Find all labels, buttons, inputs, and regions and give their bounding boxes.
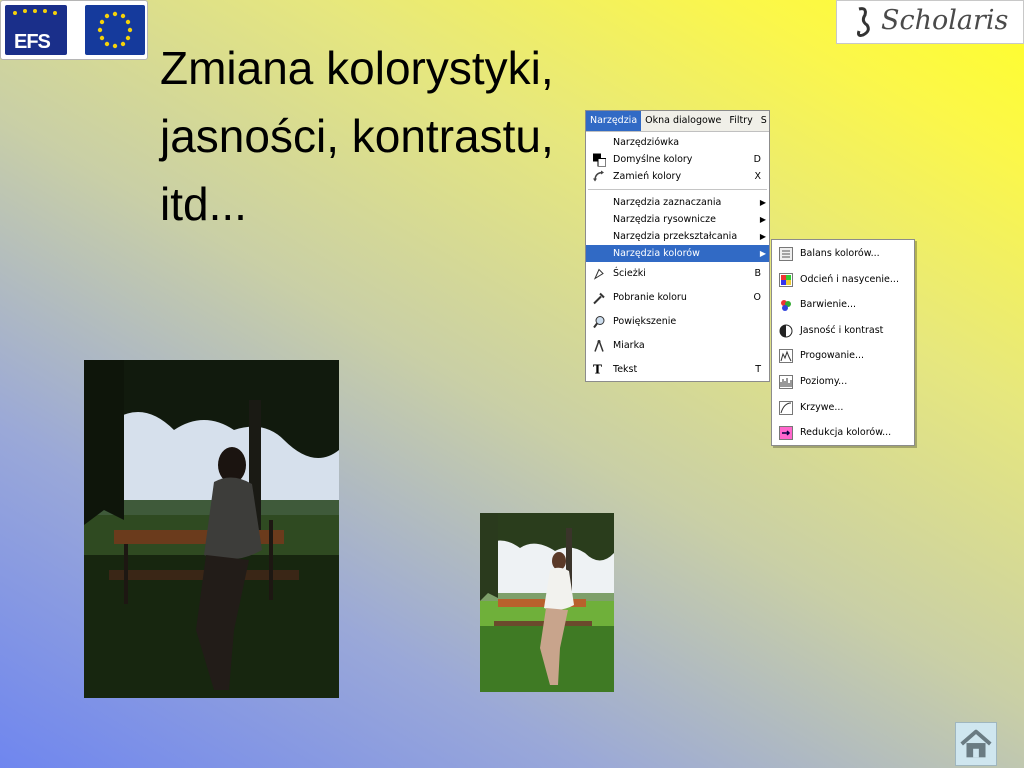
color-balance-icon <box>779 247 793 261</box>
menubar-item-okna-dialogowe[interactable]: Okna dialogowe <box>641 111 725 131</box>
menu-separator <box>588 189 767 190</box>
menu-item-label: Narzędzia kolorów <box>613 248 700 259</box>
menu-item-sciezki[interactable]: Ścieżki B <box>586 262 769 286</box>
menu-item-label: Narzędzia rysownicze <box>613 214 716 225</box>
submenu-item-odcien-nasycenie[interactable]: Odcień i nasycenie... <box>772 267 914 293</box>
submenu-item-label: Progowanie... <box>800 350 865 362</box>
menubar-item-truncated[interactable]: S <box>757 111 769 131</box>
menu-item-pobranie-koloru[interactable]: Pobranie koloru O <box>586 286 769 310</box>
submenu-item-label: Odcień i nasycenie... <box>800 273 899 285</box>
submenu-item-label: Barwienie... <box>800 299 857 311</box>
menu-item-label: Narzędzia przekształcania <box>613 231 738 242</box>
submenu-item-redukcja-kolorow[interactable]: Redukcja kolorów... <box>772 420 914 446</box>
submenu-arrow-icon: ▶ <box>759 232 766 241</box>
colorize-icon <box>781 300 791 312</box>
submenu-item-label: Jasność i kontrast <box>800 324 884 336</box>
menu-item-label: Narzędzia zaznaczania <box>613 197 722 208</box>
eu-flag <box>85 5 145 55</box>
slide-title: Zmiana kolorystyki, jasności, kontrastu,… <box>160 42 554 230</box>
photo-bright-image <box>480 513 614 692</box>
menu-item-shortcut: B <box>754 268 761 279</box>
submenu-item-progowanie[interactable]: Progowanie... <box>772 343 914 369</box>
menu-item-label: Zamień kolory <box>613 171 682 182</box>
menu-item-powiekszenie[interactable]: Powiększenie <box>586 310 769 334</box>
efs-logo-badge: EFS <box>5 5 67 55</box>
scholaris-logo-text: Scholaris <box>881 5 1009 36</box>
submenu-item-label: Redukcja kolorów... <box>800 427 892 439</box>
menu-item-label: Powiększenie <box>613 316 677 327</box>
photo-dark-original <box>84 360 339 698</box>
photo-dark-image <box>84 360 339 698</box>
menu-item-label: Domyślne kolory <box>613 154 693 165</box>
menubar-item-filtry[interactable]: Filtry <box>725 111 756 131</box>
submenu-arrow-icon: ▶ <box>759 198 766 207</box>
efs-logo-text: EFS <box>14 31 51 53</box>
submenu-item-label: Balans kolorów... <box>800 248 880 259</box>
menu-item-narzedzia-przeksztalcania[interactable]: Narzędzia przekształcania ▶ <box>586 228 769 245</box>
photo-brightened-result <box>480 513 614 692</box>
efs-eu-logo: EFS <box>0 0 148 60</box>
menu-item-tekst[interactable]: T Tekst T <box>586 358 769 381</box>
levels-icon <box>779 374 793 389</box>
submenu-item-jasnosc-kontrast[interactable]: Jasność i kontrast <box>772 318 914 344</box>
reduce-colors-icon <box>779 426 793 441</box>
submenu-item-barwienie[interactable]: Barwienie... <box>772 292 914 318</box>
eu-stars-icon <box>97 11 133 49</box>
menu-item-narzedzia-rysownicze[interactable]: Narzędzia rysownicze ▶ <box>586 211 769 228</box>
home-icon <box>960 729 992 758</box>
hue-saturation-icon <box>779 272 793 287</box>
submenu-item-poziomy[interactable]: Poziomy... <box>772 369 914 395</box>
submenu-item-balans-kolorow[interactable]: Balans kolorów... <box>772 241 914 267</box>
text-icon: T <box>593 362 602 377</box>
submenu-item-label: Poziomy... <box>800 375 848 387</box>
menu-item-narzedzia-zaznaczania[interactable]: Narzędzia zaznaczania ▶ <box>586 194 769 211</box>
menu-item-narzedziowka[interactable]: Narzędziówka <box>586 134 769 151</box>
menubar: Narzędzia Okna dialogowe Filtry S <box>586 111 769 132</box>
menu-item-label: Tekst <box>613 364 638 375</box>
color-picker-icon <box>593 292 605 305</box>
scholaris-mark-icon <box>857 7 870 37</box>
default-colors-icon <box>593 153 606 166</box>
gimp-tools-menu-screenshot: Narzędzia Okna dialogowe Filtry S Narzęd… <box>585 110 770 382</box>
menu-item-label: Narzędziówka <box>613 137 680 148</box>
home-button[interactable] <box>955 722 997 766</box>
submenu-item-label: Krzywe... <box>800 401 844 413</box>
submenu-item-krzywe[interactable]: Krzywe... <box>772 395 914 421</box>
measure-icon <box>594 340 604 352</box>
menu-item-shortcut: T <box>755 364 761 375</box>
color-tools-submenu: Balans kolorów... Odcień i nasycenie... … <box>771 239 915 446</box>
menu-item-label: Pobranie koloru <box>613 292 687 303</box>
menubar-item-narzedzia[interactable]: Narzędzia <box>586 111 642 131</box>
submenu-arrow-icon: ▶ <box>759 215 766 224</box>
menu-item-shortcut: O <box>753 292 761 303</box>
zoom-icon <box>593 316 605 329</box>
menu-item-domyslne-kolory[interactable]: Domyślne kolory D <box>586 151 769 168</box>
menu-item-label: Ścieżki <box>613 268 646 279</box>
menu-item-shortcut: X <box>754 171 761 182</box>
brightness-contrast-icon <box>779 324 793 338</box>
submenu-arrow-icon: ▶ <box>759 249 766 258</box>
paths-icon <box>593 268 604 280</box>
menu-item-label: Miarka <box>613 340 645 351</box>
menu-item-zamien-kolory[interactable]: Zamień kolory X <box>586 168 769 185</box>
curves-icon <box>779 400 793 415</box>
scholaris-logo: Scholaris <box>836 0 1024 44</box>
menu-item-miarka[interactable]: Miarka <box>586 334 769 358</box>
swap-colors-icon <box>593 170 604 181</box>
menu-item-shortcut: D <box>753 154 761 165</box>
threshold-icon <box>779 349 793 364</box>
menu-item-narzedzia-kolorow[interactable]: Narzędzia kolorów ▶ <box>586 245 769 262</box>
